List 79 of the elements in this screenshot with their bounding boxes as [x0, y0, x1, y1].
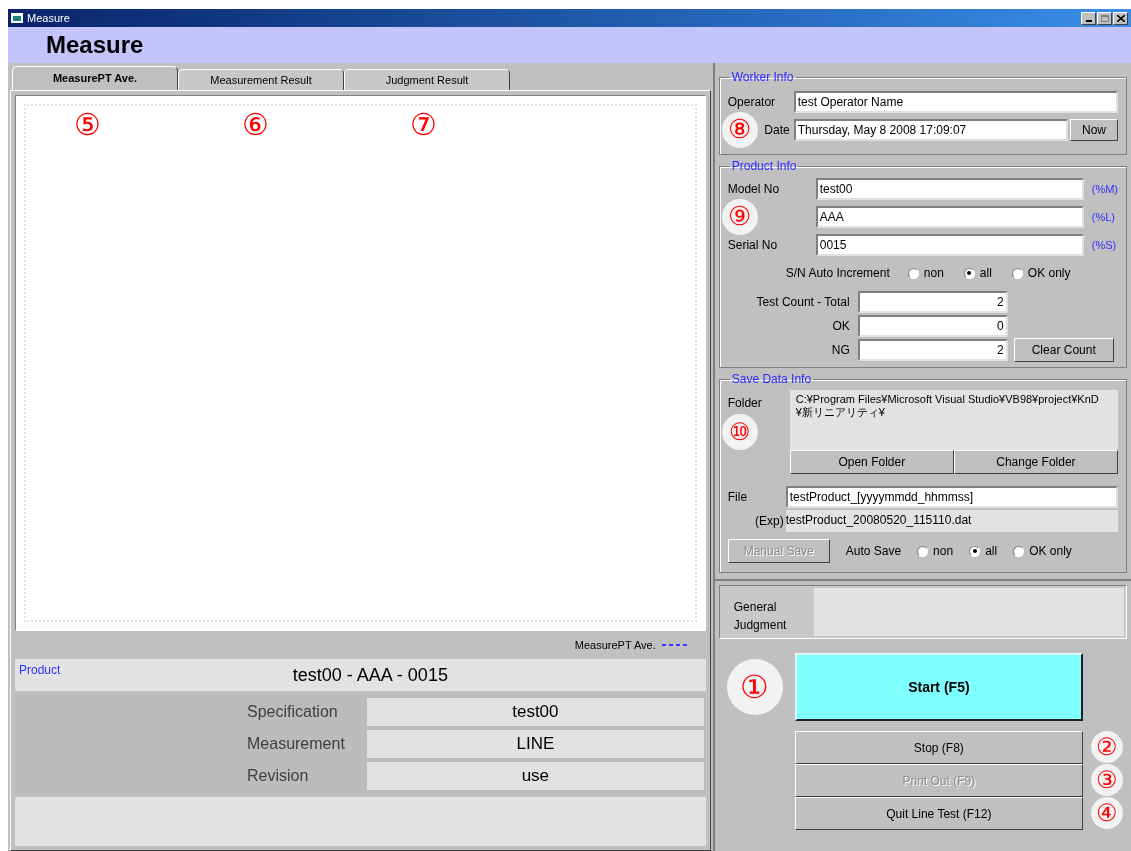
count-label: OK [831, 318, 851, 335]
page-title: Measure [46, 30, 144, 60]
field-code: (%M) [1091, 181, 1118, 197]
input-field[interactable]: test Operator Name [793, 91, 1118, 113]
spec-value: test00 [367, 698, 704, 726]
product-label: Product [19, 662, 61, 679]
action-button[interactable]: Stop (F8) [794, 731, 1083, 764]
folder-path: C:¥Program Files¥Microsoft Visual Studio¥VB98¥project¥KnD¥新リニアリティ¥ [789, 390, 1118, 450]
radio-button[interactable] [963, 267, 975, 279]
radio-label: non [923, 265, 944, 282]
callout-marker: ⑧ [721, 112, 758, 148]
radio-button[interactable] [1011, 267, 1023, 279]
callout-marker: ① [726, 659, 783, 715]
now-button[interactable]: Now [1070, 119, 1118, 141]
example-label: (Exp) [754, 513, 785, 530]
callout-marker: ⑤ [74, 110, 101, 140]
folder-label: Folder [727, 395, 762, 412]
legend-line-icon [661, 643, 690, 647]
radio-button[interactable] [1013, 545, 1025, 557]
app-icon [11, 13, 23, 23]
date-label: Date [764, 122, 790, 139]
judgment-label: General Judgment [732, 599, 788, 634]
group-title: Save Data Info [730, 371, 813, 388]
count-label: Test Count - Total [755, 294, 851, 311]
operator-label: Operator [727, 94, 777, 111]
tab[interactable]: Measurement Result [178, 69, 344, 90]
auto-increment-label: S/N Auto Increment [785, 265, 890, 282]
callout-marker: ⑩ [721, 414, 758, 450]
spec-label: Revision [246, 766, 310, 786]
callout-marker: ⑨ [721, 199, 758, 235]
radio-label: all [985, 543, 998, 560]
input-field[interactable]: 0 [857, 315, 1008, 337]
field-code: (%L) [1091, 209, 1115, 225]
example-filename: testProduct_20080520_115110.dat [785, 510, 1118, 532]
field-label: Serial No [727, 237, 779, 254]
input-field[interactable]: 0015 [815, 234, 1084, 256]
minimize-button[interactable] [1081, 11, 1096, 25]
field-code: (%S) [1091, 237, 1117, 253]
field-label: Model No [727, 181, 781, 198]
callout-marker: ⑦ [410, 110, 437, 140]
close-icon [1116, 14, 1125, 22]
file-label: File [727, 489, 749, 506]
folder-button[interactable]: Open Folder [789, 450, 954, 474]
input-field[interactable]: AAA [815, 206, 1084, 228]
auto-save-label: Auto Save [845, 543, 902, 560]
callout-marker: ⑥ [242, 110, 269, 140]
folder-button[interactable]: Change Folder [953, 450, 1118, 474]
input-field[interactable]: 2 [857, 339, 1008, 361]
tab[interactable]: MeasurePT Ave. [12, 66, 178, 90]
action-button[interactable]: Start (F5) [794, 653, 1083, 721]
tab[interactable]: Judgment Result [344, 69, 510, 90]
spec-label: Measurement [246, 734, 346, 754]
callout-marker: ③ [1091, 764, 1123, 796]
clear-count-button[interactable]: Clear Count [1013, 338, 1114, 362]
input-field[interactable]: Thursday, May 8 2008 17:09:07 [793, 119, 1068, 141]
spec-label: Specification [246, 702, 339, 722]
radio-label: OK only [1027, 265, 1071, 282]
spec-value: LINE [367, 730, 704, 758]
legend-label: MeasurePT Ave. [574, 637, 656, 653]
callout-marker: ② [1091, 731, 1123, 763]
count-label: NG [830, 342, 851, 359]
close-button[interactable] [1113, 11, 1128, 25]
action-button[interactable]: Quit Line Test (F12) [794, 797, 1083, 830]
input-field[interactable]: 2 [857, 291, 1008, 313]
radio-button[interactable] [917, 545, 929, 557]
radio-label: all [979, 265, 992, 282]
input-field[interactable]: test00 [815, 178, 1084, 200]
input-field[interactable]: testProduct_[yyyymmdd_hhmmss] [785, 486, 1118, 508]
radio-button[interactable] [969, 545, 981, 557]
group-title: Worker Info [730, 69, 795, 86]
group-title: Product Info [730, 158, 798, 175]
product-value: test00 - AAA - 0015 [291, 663, 448, 687]
radio-label: non [933, 543, 954, 560]
spec-value: use [367, 762, 704, 790]
radio-button[interactable] [907, 267, 919, 279]
window-title: Measure [27, 10, 70, 26]
radio-label: OK only [1029, 543, 1072, 560]
callout-marker: ④ [1091, 797, 1123, 829]
maximize-button[interactable] [1097, 11, 1112, 25]
